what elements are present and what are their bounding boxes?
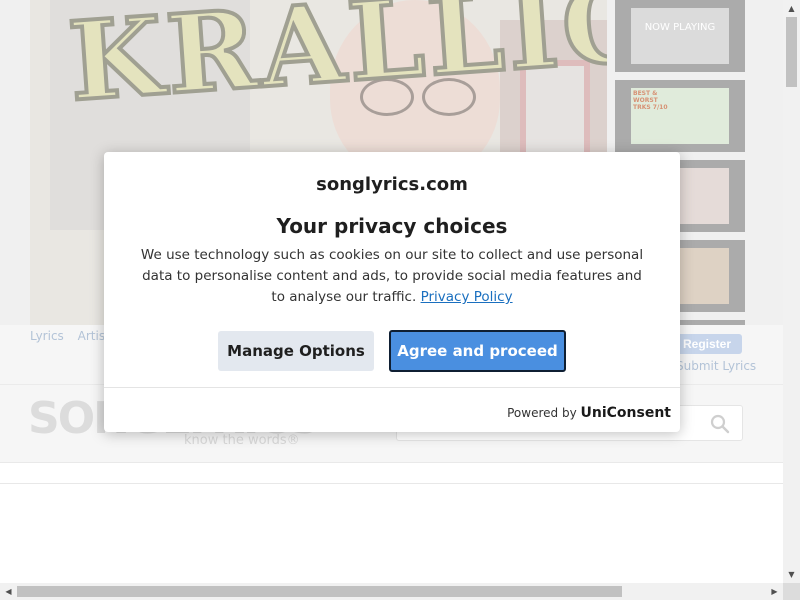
- dialog-divider: [104, 387, 680, 388]
- privacy-policy-link[interactable]: Privacy Policy: [421, 289, 513, 305]
- vertical-scrollbar[interactable]: ▲ ▼: [783, 0, 800, 583]
- scrollbar-corner: [783, 583, 800, 600]
- arrow-left-icon[interactable]: ◀: [0, 583, 17, 600]
- manage-options-button[interactable]: Manage Options: [218, 331, 374, 371]
- vertical-scroll-thumb[interactable]: [786, 17, 797, 87]
- dialog-title: Your privacy choices: [276, 214, 508, 238]
- privacy-consent-dialog: songlyrics.com Your privacy choices We u…: [104, 152, 680, 432]
- arrow-right-icon[interactable]: ▶: [766, 583, 783, 600]
- arrow-down-icon[interactable]: ▼: [783, 566, 800, 583]
- dialog-body-text: We use technology such as cookies on our…: [140, 247, 644, 305]
- powered-by-prefix: Powered by: [507, 406, 577, 420]
- agree-and-proceed-button[interactable]: Agree and proceed: [389, 330, 566, 372]
- powered-by-brand: UniConsent: [580, 405, 671, 421]
- dialog-body: We use technology such as cookies on our…: [134, 245, 650, 308]
- arrow-up-icon[interactable]: ▲: [783, 0, 800, 17]
- horizontal-scrollbar[interactable]: ◀ ▶: [0, 583, 783, 600]
- horizontal-scroll-thumb[interactable]: [17, 586, 622, 597]
- dialog-site-name: songlyrics.com: [316, 174, 468, 195]
- powered-by: Powered by UniConsent: [507, 405, 671, 421]
